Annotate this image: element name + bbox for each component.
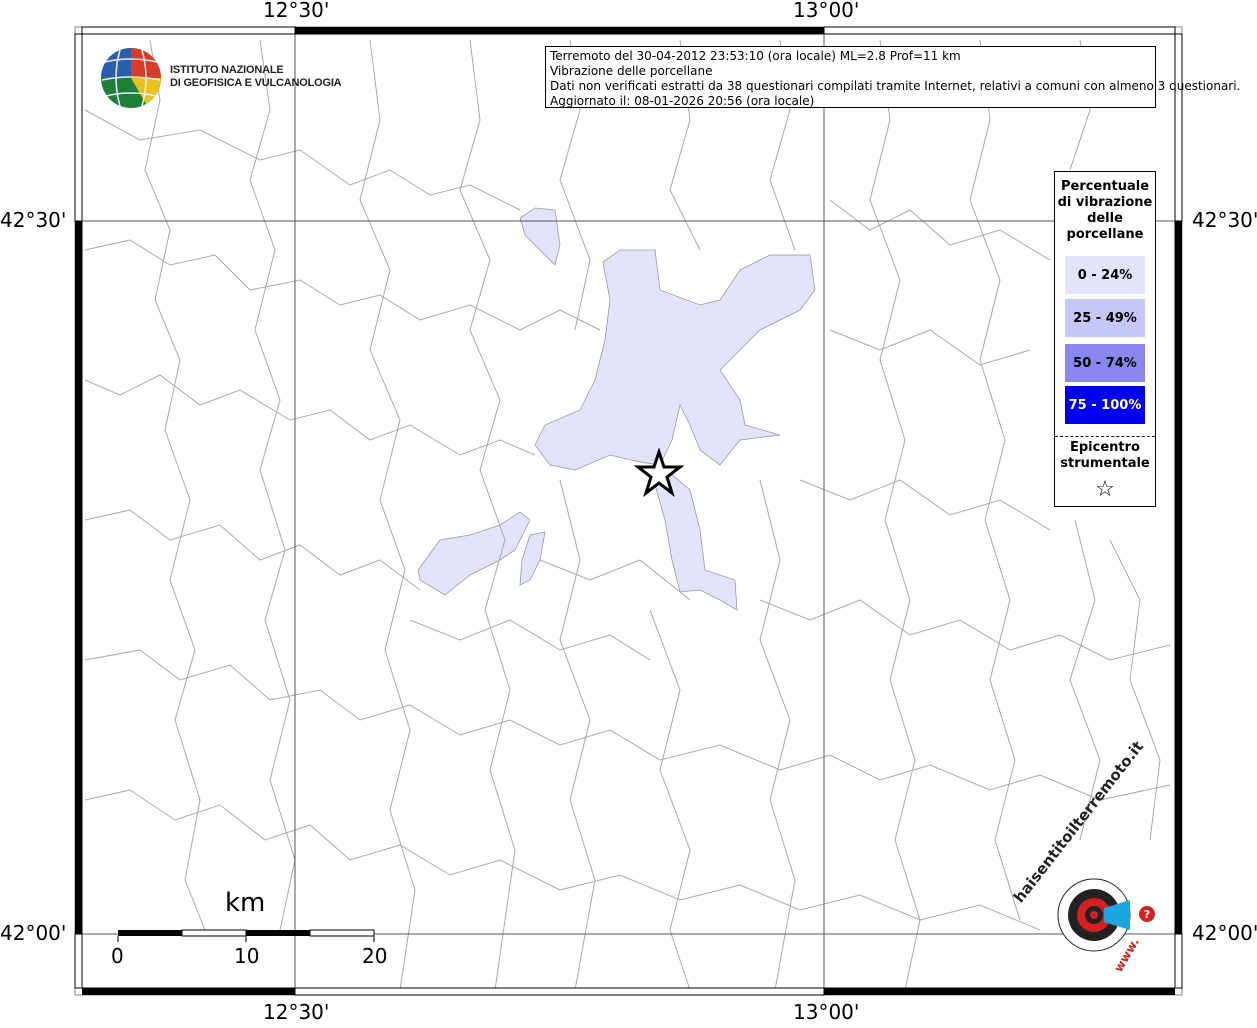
legend-title: Percentuale di vibrazione delle porcella… (1055, 179, 1155, 243)
legend-title-line: porcellane (1066, 227, 1144, 242)
legend-star-icon: ☆ (1095, 477, 1115, 502)
scale-tick-10: 10 (234, 944, 260, 968)
ingv-line-2: DI GEOFISICA E VULCANOLOGIA (170, 77, 342, 89)
event-parameter: Vibrazione delle porcellane (550, 64, 713, 78)
legend-title-line: delle (1087, 211, 1123, 226)
legend-divider (1055, 436, 1155, 437)
lon-label-top-1230: 12°30' (263, 0, 330, 22)
scale-tick-20: 20 (362, 944, 388, 968)
legend-title-line: Percentuale (1060, 179, 1150, 194)
legend-class-75-100: 75 - 100% (1065, 386, 1145, 424)
lat-label-left-4200: 42°00' (0, 921, 67, 945)
scale-bar (117, 929, 375, 942)
lat-label-left-4230: 42°30' (0, 208, 67, 232)
legend-epicenter-line: Epicentro (1070, 440, 1140, 455)
event-title: Terremoto del 30-04-2012 23:53:10 (ora l… (550, 49, 961, 63)
ingv-globe-icon (101, 48, 161, 108)
legend-class-0-24: 0 - 24% (1065, 256, 1145, 294)
felt-area-main (534, 249, 816, 471)
felt-area-west (417, 511, 531, 596)
scale-tick-0: 0 (111, 944, 124, 968)
svg-text:?: ? (1144, 908, 1150, 921)
event-data-note: Dati non verificati estratti da 38 quest… (550, 79, 1241, 93)
felt-area-west-2 (519, 531, 546, 586)
event-info-box: Terremoto del 30-04-2012 23:53:10 (ora l… (545, 46, 1241, 108)
legend: Percentuale di vibrazione delle porcella… (1054, 171, 1156, 507)
hai-sentito-logo-icon[interactable]: ? (1057, 878, 1155, 952)
legend-epicenter-label: Epicentro strumentale (1055, 440, 1155, 472)
felt-area-south (654, 474, 738, 611)
felt-areas (417, 207, 816, 611)
ingv-line-1: ISTITUTO NAZIONALE (170, 64, 284, 76)
ingv-logo-text: ISTITUTO NAZIONALE DI GEOFISICA E VULCAN… (170, 64, 342, 90)
lon-label-bottom-1300: 13°00' (793, 1000, 860, 1024)
map-canvas[interactable]: ? (0, 0, 1257, 1024)
felt-area-north (519, 207, 561, 266)
lon-label-bottom-1230: 12°30' (263, 1000, 330, 1024)
event-updated: Aggiornato il: 08-01-2026 20:56 (ora loc… (550, 94, 815, 108)
lat-label-right-4200: 42°00' (1192, 921, 1257, 945)
lat-label-right-4230: 42°30' (1192, 208, 1257, 232)
legend-class-25-49: 25 - 49% (1065, 299, 1145, 337)
graticule (80, 30, 1178, 992)
municipal-borders (84, 39, 1171, 991)
legend-epicenter-line: strumentale (1060, 456, 1150, 471)
legend-title-line: di vibrazione (1057, 195, 1153, 210)
scale-unit-label: km (225, 888, 266, 918)
lon-label-top-1300: 13°00' (793, 0, 860, 22)
map-stage: ? 12°30' 13°00' 12°30' 13°00' 42°30' 42°… (0, 0, 1257, 1024)
legend-class-50-74: 50 - 74% (1065, 344, 1145, 382)
map-frame (74, 26, 1183, 996)
